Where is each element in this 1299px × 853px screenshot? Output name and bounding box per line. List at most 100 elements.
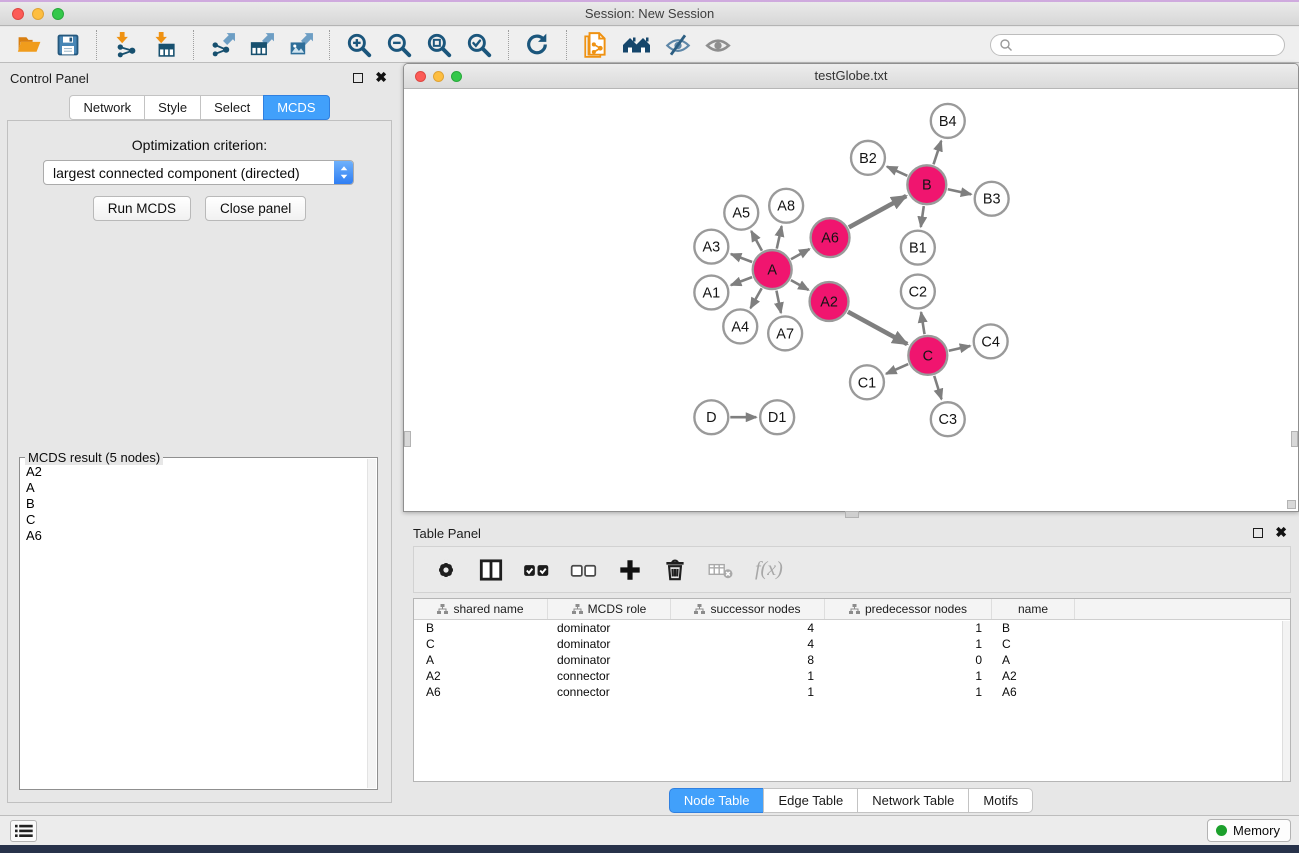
table-row[interactable]: Cdominator41C — [414, 636, 1290, 652]
export-table-button[interactable] — [247, 30, 276, 59]
zoom-selected-button[interactable] — [464, 30, 494, 60]
graph-node-B4[interactable]: B4 — [931, 104, 965, 138]
export-image-button[interactable] — [286, 30, 315, 59]
graph-edge-A-A4[interactable] — [751, 288, 762, 308]
mcds-result-item[interactable]: A6 — [26, 528, 363, 544]
table-settings-button[interactable] — [430, 554, 462, 586]
graph-edge-B-B2[interactable] — [887, 167, 907, 176]
graph-node-A1[interactable]: A1 — [694, 276, 728, 310]
criterion-dropdown[interactable]: largest connected component (directed) — [43, 160, 354, 185]
graph-node-C2[interactable]: C2 — [901, 275, 935, 309]
apply-function-button[interactable]: f(x) — [755, 558, 783, 581]
table-row[interactable]: A2connector11A2 — [414, 668, 1290, 684]
graph-node-A2[interactable]: A2 — [810, 282, 849, 321]
tab-motifs[interactable]: Motifs — [968, 788, 1033, 813]
tab-network[interactable]: Network — [69, 95, 145, 120]
graph-edge-B-B4[interactable] — [934, 141, 942, 165]
hide-graphics-button[interactable] — [663, 30, 693, 60]
navigator-button[interactable] — [621, 30, 653, 59]
import-network-button[interactable] — [111, 30, 140, 59]
select-all-button[interactable] — [520, 554, 554, 586]
graph-edge-A2-C[interactable] — [848, 312, 907, 344]
network-canvas[interactable]: B4B2BB3A8A5A6A3B1AC2A1A2A4A7C4CC1C3DD1 — [404, 89, 1298, 511]
split-table-button[interactable] — [475, 554, 507, 586]
close-table-panel-icon[interactable]: ✖ — [1275, 527, 1287, 538]
save-session-button[interactable] — [54, 31, 82, 59]
graph-node-A7[interactable]: A7 — [768, 316, 802, 350]
mcds-result-item[interactable]: B — [26, 496, 363, 512]
close-panel-icon[interactable]: ✖ — [375, 72, 387, 83]
table-scrollbar[interactable] — [1282, 621, 1290, 781]
graph-node-C4[interactable]: C4 — [974, 324, 1008, 358]
search-input[interactable] — [1013, 38, 1276, 52]
graph-edge-A-A6[interactable] — [791, 249, 810, 259]
graph-node-B3[interactable]: B3 — [975, 182, 1009, 216]
column-header-mcds-role[interactable]: MCDS role — [548, 599, 671, 619]
tab-edge-table[interactable]: Edge Table — [763, 788, 858, 813]
graph-node-C3[interactable]: C3 — [931, 402, 965, 436]
graph-edge-C-C4[interactable] — [949, 346, 970, 351]
horizontal-splitter-handle[interactable] — [845, 511, 859, 518]
graph-node-A6[interactable]: A6 — [811, 218, 850, 257]
network-window-titlebar[interactable]: testGlobe.txt — [404, 64, 1298, 89]
close-panel-button[interactable]: Close panel — [205, 196, 306, 221]
graph-edge-C-C3[interactable] — [934, 376, 941, 399]
network-minimize-button[interactable] — [433, 71, 444, 82]
result-scrollbar[interactable] — [367, 459, 376, 788]
table-row[interactable]: A6connector11A6 — [414, 684, 1290, 700]
task-history-button[interactable] — [10, 820, 37, 842]
graph-edge-C-C2[interactable] — [921, 312, 924, 334]
graph-node-D[interactable]: D — [694, 400, 728, 434]
column-header-successor-nodes[interactable]: successor nodes — [671, 599, 825, 619]
graph-edge-A-A2[interactable] — [791, 280, 809, 290]
table-row[interactable]: Adominator80A — [414, 652, 1290, 668]
splitter-handle-left[interactable] — [404, 431, 411, 447]
float-table-panel-icon[interactable] — [1253, 528, 1263, 538]
column-header-predecessor-nodes[interactable]: predecessor nodes — [825, 599, 992, 619]
float-panel-icon[interactable] — [353, 73, 363, 83]
graph-edge-A-A8[interactable] — [777, 226, 782, 248]
graph-node-C[interactable]: C — [908, 336, 947, 375]
show-graphics-button[interactable] — [703, 30, 733, 60]
tab-network-table[interactable]: Network Table — [857, 788, 969, 813]
delete-columns-button[interactable] — [659, 554, 691, 586]
delete-table-button[interactable] — [704, 555, 738, 585]
zoom-in-button[interactable] — [344, 30, 374, 60]
network-close-button[interactable] — [415, 71, 426, 82]
mcds-result-item[interactable]: A — [26, 480, 363, 496]
add-column-button[interactable] — [614, 554, 646, 586]
graph-node-B2[interactable]: B2 — [851, 141, 885, 175]
export-network-button[interactable] — [208, 30, 237, 59]
graph-edge-A-A3[interactable] — [731, 254, 752, 262]
graph-edge-A-A7[interactable] — [776, 291, 781, 313]
mcds-result-item[interactable]: C — [26, 512, 363, 528]
splitter-handle-right[interactable] — [1291, 431, 1298, 447]
run-mcds-button[interactable]: Run MCDS — [93, 196, 191, 221]
graph-edge-B-B1[interactable] — [921, 206, 924, 227]
column-header-name[interactable]: name — [992, 599, 1075, 619]
graph-node-B1[interactable]: B1 — [901, 231, 935, 265]
mcds-result-item[interactable]: A2 — [26, 464, 363, 480]
graph-edge-B-B3[interactable] — [948, 189, 971, 194]
tab-select[interactable]: Select — [200, 95, 264, 120]
tab-style[interactable]: Style — [144, 95, 201, 120]
graph-edge-A-A5[interactable] — [751, 231, 762, 251]
deselect-all-button[interactable] — [567, 554, 601, 586]
graph-edge-C-C1[interactable] — [886, 364, 908, 374]
zoom-out-button[interactable] — [384, 30, 414, 60]
zoom-fit-button[interactable] — [424, 30, 454, 60]
tab-mcds[interactable]: MCDS — [263, 95, 329, 120]
graph-node-A3[interactable]: A3 — [694, 230, 728, 264]
import-table-button[interactable] — [150, 30, 179, 59]
graph-edge-A6-B[interactable] — [849, 196, 906, 227]
graph-node-A4[interactable]: A4 — [723, 309, 757, 343]
graph-node-C1[interactable]: C1 — [850, 365, 884, 399]
graph-node-A8[interactable]: A8 — [769, 189, 803, 223]
tab-node-table[interactable]: Node Table — [669, 788, 765, 813]
refresh-button[interactable] — [523, 30, 552, 59]
graph-node-D1[interactable]: D1 — [760, 400, 794, 434]
column-header-shared-name[interactable]: shared name — [414, 599, 548, 619]
graph-edge-A-A1[interactable] — [731, 277, 752, 285]
table-row[interactable]: Bdominator41B — [414, 620, 1290, 636]
network-from-file-button[interactable] — [581, 30, 611, 60]
